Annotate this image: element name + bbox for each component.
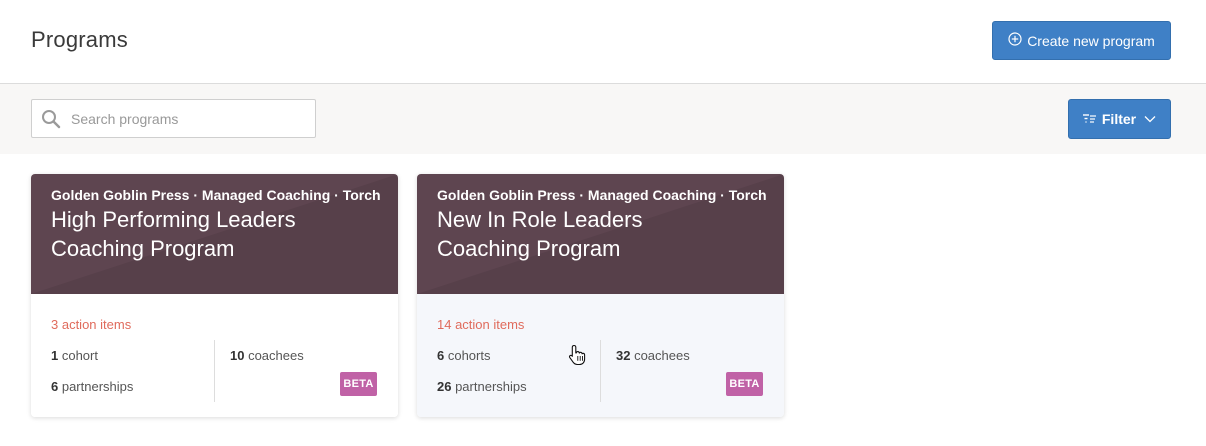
create-new-program-label: Create new program bbox=[1027, 32, 1155, 49]
partnerships-stat: 26 partnerships bbox=[437, 379, 527, 394]
page-header: Programs Create new program bbox=[0, 0, 1206, 84]
program-card-header: Golden Goblin Press · Managed Coaching ·… bbox=[31, 174, 398, 294]
cohorts-stat: 1 cohort bbox=[51, 348, 98, 363]
create-new-program-button[interactable]: Create new program bbox=[992, 21, 1171, 60]
program-card-body: 3 action items 1 cohort 6 partnerships 1… bbox=[31, 294, 398, 417]
search-box[interactable] bbox=[31, 99, 316, 138]
program-card[interactable]: Golden Goblin Press · Managed Coaching ·… bbox=[417, 174, 784, 417]
beta-badge: BETA bbox=[726, 372, 763, 396]
plus-circle-icon bbox=[1008, 32, 1022, 49]
coachees-stat: 32 coachees bbox=[616, 348, 690, 363]
stats-divider bbox=[214, 340, 215, 402]
page-title: Programs bbox=[31, 27, 128, 52]
action-items-link[interactable]: 14 action items bbox=[437, 317, 524, 332]
filter-label: Filter bbox=[1101, 111, 1137, 127]
cohorts-stat: 6 cohorts bbox=[437, 348, 491, 363]
partnerships-stat: 6 partnerships bbox=[51, 379, 134, 394]
search-input[interactable] bbox=[71, 100, 311, 137]
chevron-down-icon bbox=[1141, 115, 1156, 123]
toolbar: Filter bbox=[0, 84, 1206, 154]
filter-button[interactable]: Filter bbox=[1068, 99, 1171, 139]
coachees-stat: 10 coachees bbox=[230, 348, 304, 363]
program-breadcrumb: Golden Goblin Press · Managed Coaching ·… bbox=[437, 187, 767, 203]
program-breadcrumb: Golden Goblin Press · Managed Coaching ·… bbox=[51, 187, 381, 203]
program-title[interactable]: New In Role Leaders Coaching Program bbox=[437, 205, 757, 263]
program-title[interactable]: High Performing Leaders Coaching Program bbox=[51, 205, 371, 263]
stats-divider bbox=[600, 340, 601, 402]
action-items-link[interactable]: 3 action items bbox=[51, 317, 131, 332]
program-card-header: Golden Goblin Press · Managed Coaching ·… bbox=[417, 174, 784, 294]
filter-icon bbox=[1082, 114, 1097, 124]
program-card[interactable]: Golden Goblin Press · Managed Coaching ·… bbox=[31, 174, 398, 417]
beta-badge: BETA bbox=[340, 372, 377, 396]
program-card-body: 14 action items 6 cohorts 26 partnership… bbox=[417, 294, 784, 417]
